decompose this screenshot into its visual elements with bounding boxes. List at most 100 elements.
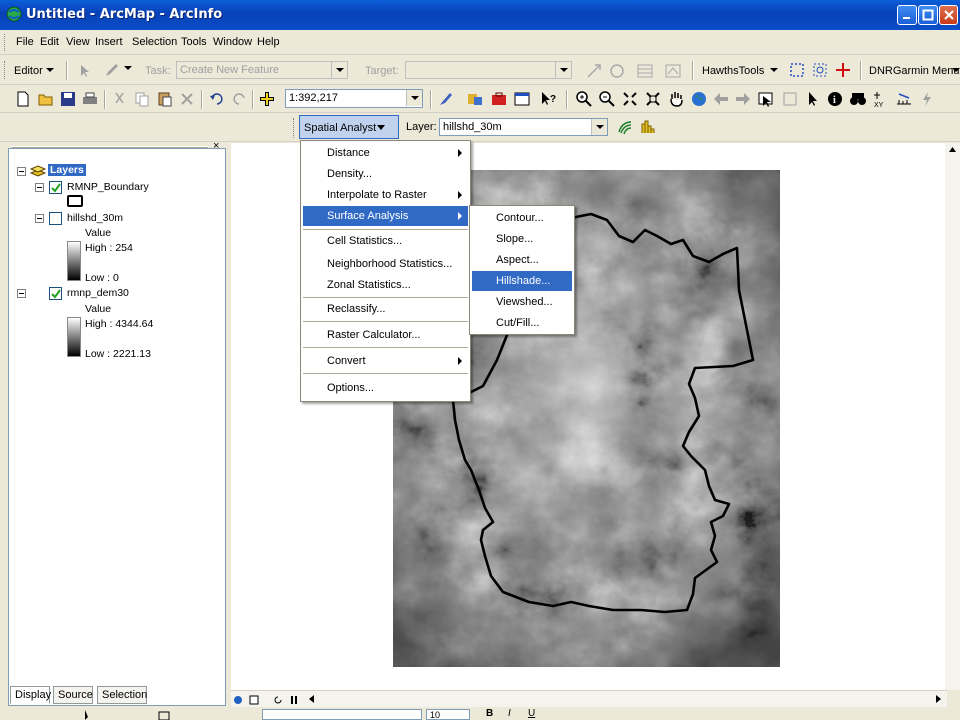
pause-drawing-icon[interactable] [289,695,299,705]
menu-selection[interactable]: Selection [132,36,177,48]
menu-view[interactable]: View [66,36,90,48]
crosshair-icon[interactable] [834,61,852,79]
hyperlink-icon[interactable] [918,90,936,108]
map-scale-input[interactable]: 1:392,217 [285,89,423,108]
layer-dropdown[interactable]: hillshd_30m [439,118,608,136]
select-elements-icon[interactable] [804,90,822,108]
dnrgarmin-menu[interactable]: DNRGarmin Menu [869,65,959,77]
layer-name-rmnp-dem30[interactable]: rmnp_dem30 [67,287,129,299]
full-extent-globe-icon[interactable] [690,90,708,108]
menu-file[interactable]: File [16,36,34,48]
chevron-down-icon[interactable] [768,64,786,82]
menu-item-raster-calculator[interactable]: Raster Calculator... [303,325,468,345]
menu-item-convert[interactable]: Convert [303,351,468,371]
cut-icon[interactable] [111,90,129,108]
contour-tool-icon[interactable] [616,118,634,136]
font-size-dropdown[interactable]: 10 [426,709,470,720]
italic-button[interactable]: I [508,708,511,719]
identify-icon[interactable]: i [826,90,844,108]
zoom-out-icon[interactable] [598,90,616,108]
menu-item-zonal-statistics[interactable]: Zonal Statistics... [303,275,468,295]
go-to-xy-icon[interactable]: XY [872,90,890,108]
menu-item-aspect[interactable]: Aspect... [472,250,572,270]
arctoolbox-icon[interactable] [490,90,508,108]
help-pointer-icon[interactable]: ? [539,90,557,108]
select-rectangle-icon[interactable] [788,61,806,79]
scroll-up-arrow-icon[interactable] [948,145,957,154]
menu-item-reclassify[interactable]: Reclassify... [303,299,468,319]
layer-name-hillshd[interactable]: hillshd_30m [67,212,123,224]
menu-item-density[interactable]: Density... [303,164,468,184]
chevron-down-icon[interactable] [122,62,140,80]
fixed-zoom-out-icon[interactable] [644,90,662,108]
copy-icon[interactable] [133,90,151,108]
tab-source[interactable]: Source [53,686,93,704]
refresh-icon[interactable] [273,695,283,705]
edit-tool-icon[interactable] [76,62,94,80]
menu-item-surface-analysis[interactable]: Surface Analysis [303,206,468,226]
rotate-tool-icon[interactable] [608,62,626,80]
open-folder-icon[interactable] [37,90,55,108]
layout-view-icon[interactable] [249,695,259,705]
menu-help[interactable]: Help [257,36,280,48]
menu-item-hillshade[interactable]: Hillshade... [472,271,572,291]
fixed-zoom-in-icon[interactable] [621,90,639,108]
map-vertical-scrollbar[interactable] [945,143,960,690]
paste-icon[interactable] [156,90,174,108]
back-arrow-icon[interactable] [712,90,730,108]
minimize-button[interactable] [897,5,917,25]
hawthstools-menu[interactable]: HawthsTools [702,65,764,77]
add-data-icon[interactable] [258,90,276,108]
redo-icon[interactable] [230,90,248,108]
histogram-icon[interactable] [639,118,657,136]
tab-selection[interactable]: Selection [97,686,147,704]
menu-item-distance[interactable]: Distance [303,143,468,163]
save-icon[interactable] [59,90,77,108]
collapse-layers-icon[interactable] [17,167,26,176]
bold-button[interactable]: B [486,708,493,719]
grayscale-ramp-swatch[interactable] [67,317,81,357]
undo-icon[interactable] [208,90,226,108]
layer-visibility-checkbox[interactable] [49,287,62,300]
forward-arrow-icon[interactable] [734,90,752,108]
layer-visibility-checkbox[interactable] [49,181,62,194]
toolbar-grip[interactable] [4,61,7,79]
chevron-down-icon[interactable] [406,90,422,106]
sketch-properties-icon[interactable] [664,62,682,80]
collapse-layer-icon[interactable] [17,289,26,298]
editor-menu-button[interactable]: Editor [14,65,43,77]
maximize-button[interactable] [918,5,938,25]
menu-tools[interactable]: Tools [181,36,207,48]
print-icon[interactable] [81,90,99,108]
select-zoom-icon[interactable] [811,61,829,79]
tab-display[interactable]: Display [10,686,51,704]
font-name-dropdown[interactable] [262,709,422,720]
menu-item-contour[interactable]: Contour... [472,208,572,228]
menu-item-interpolate[interactable]: Interpolate to Raster [303,185,468,205]
chevron-down-icon[interactable] [591,119,607,135]
menu-edit[interactable]: Edit [40,36,59,48]
close-button[interactable] [939,5,958,25]
map-horizontal-scrollbar[interactable] [231,690,947,707]
attributes-icon[interactable] [636,62,654,80]
clear-selection-icon[interactable] [781,90,799,108]
zoom-in-icon[interactable] [575,90,593,108]
chevron-down-icon[interactable] [44,64,62,82]
delete-icon[interactable] [178,90,196,108]
pan-hand-icon[interactable] [667,90,685,108]
rectangle-tool-icon[interactable] [158,710,170,720]
sketch-pencil-icon[interactable] [103,62,121,80]
collapse-layer-icon[interactable] [35,214,44,223]
measure-icon[interactable] [895,90,913,108]
data-view-icon[interactable] [233,695,243,705]
menu-item-cut-fill[interactable]: Cut/Fill... [472,313,572,333]
boundary-symbol-swatch[interactable] [67,195,83,207]
layer-name-rmnp-boundary[interactable]: RMNP_Boundary [67,181,149,193]
menu-item-slope[interactable]: Slope... [472,229,572,249]
collapse-layer-icon[interactable] [35,183,44,192]
scroll-left-arrow-icon[interactable] [307,694,317,705]
split-tool-icon[interactable] [585,62,603,80]
toolbar-grip[interactable] [293,118,296,138]
grayscale-ramp-swatch[interactable] [67,241,81,281]
underline-button[interactable]: U [528,708,535,719]
